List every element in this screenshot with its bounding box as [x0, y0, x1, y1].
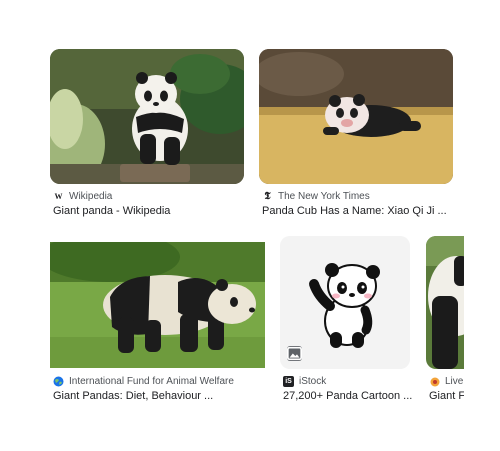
result-source[interactable]: W Wikipedia [53, 191, 113, 202]
result-thumbnail[interactable] [280, 236, 410, 369]
result-title[interactable]: Panda Cub Has a Name: Xiao Qi Ji ... [262, 205, 462, 217]
globe-icon [53, 376, 64, 387]
image-result-card[interactable]: W Wikipedia Giant panda - Wikipedia [0, 0, 250, 225]
image-result-card[interactable]: iS iStock 27,200+ Panda Cartoon ... [278, 230, 418, 451]
wikipedia-w-icon: W [54, 192, 63, 201]
result-title[interactable]: Giant Pandas: Diet, Behaviour ... [53, 390, 263, 402]
live-science-icon [429, 376, 440, 387]
source-name: iStock [299, 376, 327, 387]
istock-logo-icon: iS [283, 376, 294, 387]
result-thumbnail[interactable] [50, 49, 244, 184]
source-name: The New York Times [278, 191, 370, 202]
result-thumbnail[interactable] [426, 236, 464, 369]
result-source[interactable]: International Fund for Animal Welfare [53, 376, 234, 387]
result-title[interactable]: Giant panda - Wikipedia [53, 205, 248, 217]
image-result-card[interactable]: 𝕿 The New York Times Panda Cub Has a Nam… [255, 0, 500, 225]
source-name: International Fund for Animal Welfare [69, 376, 234, 387]
result-thumbnail[interactable] [50, 242, 265, 368]
image-results-grid: W Wikipedia Giant panda - Wikipedia 𝕿 Th… [0, 0, 500, 451]
source-name: Wikipedia [69, 191, 113, 202]
result-source[interactable]: iS iStock [283, 376, 326, 387]
result-thumbnail[interactable] [259, 49, 453, 184]
result-source[interactable]: Live S [429, 376, 464, 387]
source-name: Live S [445, 376, 464, 387]
result-title[interactable]: 27,200+ Panda Cartoon ... [283, 390, 418, 402]
gallery-badge-icon [287, 346, 302, 361]
result-source[interactable]: 𝕿 The New York Times [262, 191, 370, 202]
image-result-card[interactable]: Live S Giant F [424, 230, 464, 451]
image-result-card[interactable]: International Fund for Animal Welfare Gi… [0, 230, 270, 451]
nyt-logo-icon: 𝕿 [264, 191, 271, 202]
result-title[interactable]: Giant F [429, 390, 464, 402]
